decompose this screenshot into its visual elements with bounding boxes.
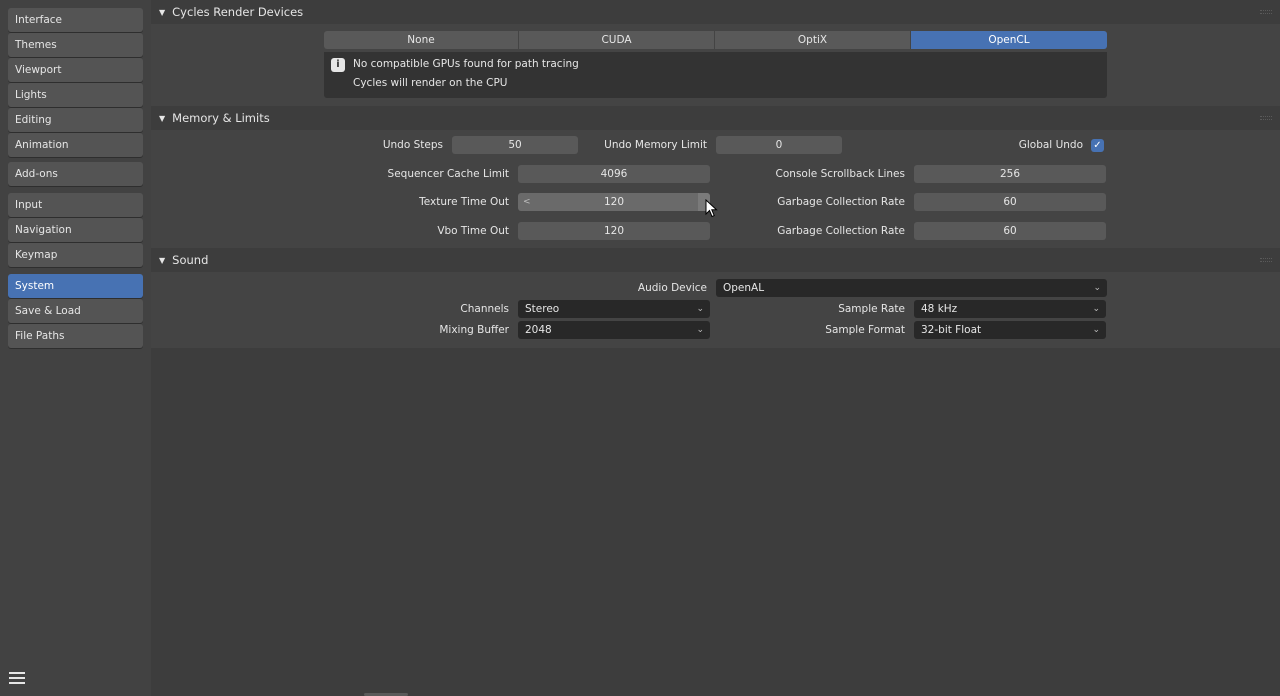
- sidebar-item-interface[interactable]: Interface: [8, 8, 143, 32]
- sidebar-item-keymap[interactable]: Keymap: [8, 243, 143, 267]
- device-option-cuda[interactable]: CUDA: [519, 31, 714, 49]
- sample-rate-label: Sample Rate: [838, 303, 905, 315]
- sidebar-item-file-paths[interactable]: File Paths: [8, 324, 143, 348]
- channels-label: Channels: [460, 303, 509, 315]
- panel-header-sound[interactable]: ▼ Sound: [151, 248, 1280, 272]
- panel-header-cycles[interactable]: ▼ Cycles Render Devices: [151, 0, 1280, 24]
- device-option-opencl[interactable]: OpenCL: [911, 31, 1107, 49]
- panel-title-memory: Memory & Limits: [172, 111, 270, 125]
- drag-handle-icon[interactable]: [1260, 116, 1272, 120]
- panel-title-cycles: Cycles Render Devices: [172, 5, 304, 19]
- preferences-sidebar: Interface Themes Viewport Lights Editing…: [0, 0, 151, 696]
- sidebar-item-save-load[interactable]: Save & Load: [8, 299, 143, 323]
- sidebar-item-editing[interactable]: Editing: [8, 108, 143, 132]
- sample-format-dropdown[interactable]: 32-bit Float ⌄: [914, 321, 1106, 339]
- panel-body-memory: Undo Steps 50 Undo Memory Limit 0 Global…: [151, 130, 1280, 248]
- gc-rate-field-2[interactable]: 60: [914, 222, 1106, 240]
- vbo-time-out-label: Vbo Time Out: [437, 225, 509, 237]
- sample-rate-dropdown[interactable]: 48 kHz ⌄: [914, 300, 1106, 318]
- info-message-cpu: Cycles will render on the CPU: [353, 77, 508, 89]
- decrement-arrow-icon[interactable]: <: [523, 193, 531, 211]
- checkmark-icon: ✓: [1093, 140, 1102, 151]
- nav-group-3: Input Navigation Keymap: [8, 193, 143, 268]
- audio-device-label: Audio Device: [637, 282, 707, 294]
- mixing-buffer-label: Mixing Buffer: [439, 324, 509, 336]
- mouse-cursor-icon: [705, 199, 718, 218]
- undo-steps-field[interactable]: 50: [452, 136, 578, 154]
- undo-steps-label: Undo Steps: [382, 139, 443, 151]
- console-scrollback-lines-label: Console Scrollback Lines: [775, 168, 905, 180]
- device-option-optix[interactable]: OptiX: [715, 31, 910, 49]
- sample-rate-value: 48 kHz: [921, 303, 958, 315]
- channels-dropdown[interactable]: Stereo ⌄: [518, 300, 710, 318]
- sidebar-item-themes[interactable]: Themes: [8, 33, 143, 57]
- undo-memory-limit-label: Undo Memory Limit: [604, 139, 707, 151]
- sequencer-cache-limit-label: Sequencer Cache Limit: [387, 168, 509, 180]
- sidebar-item-input[interactable]: Input: [8, 193, 143, 217]
- triangle-down-icon: ▼: [159, 114, 166, 123]
- cycles-info-box: i No compatible GPUs found for path trac…: [324, 52, 1107, 98]
- panel-body-sound: Audio Device OpenAL ⌄ Channels Stereo ⌄ …: [151, 272, 1280, 348]
- gc-rate-field-1[interactable]: 60: [914, 193, 1106, 211]
- chevron-down-icon: ⌄: [696, 304, 704, 314]
- nav-group-1: Interface Themes Viewport Lights Editing…: [8, 8, 143, 158]
- mixing-buffer-dropdown[interactable]: 2048 ⌄: [518, 321, 710, 339]
- texture-time-out-label: Texture Time Out: [419, 196, 509, 208]
- triangle-down-icon: ▼: [159, 256, 166, 265]
- sidebar-item-addons[interactable]: Add-ons: [8, 162, 143, 186]
- global-undo-label: Global Undo: [1018, 139, 1083, 151]
- console-scrollback-lines-field[interactable]: 256: [914, 165, 1106, 183]
- triangle-down-icon: ▼: [159, 8, 166, 17]
- mixing-buffer-value: 2048: [525, 324, 552, 336]
- sample-format-value: 32-bit Float: [921, 324, 982, 336]
- sidebar-item-navigation[interactable]: Navigation: [8, 218, 143, 242]
- nav-group-2: Add-ons: [8, 162, 143, 187]
- info-message-gpu: No compatible GPUs found for path tracin…: [353, 58, 579, 70]
- device-option-none[interactable]: None: [324, 31, 518, 49]
- texture-time-out-value: 120: [603, 196, 625, 208]
- audio-device-value: OpenAL: [723, 282, 765, 294]
- vbo-time-out-field[interactable]: 120: [518, 222, 710, 240]
- chevron-down-icon: ⌄: [1093, 283, 1101, 293]
- texture-time-out-field[interactable]: < 120: [518, 193, 710, 211]
- sidebar-item-lights[interactable]: Lights: [8, 83, 143, 107]
- chevron-down-icon: ⌄: [696, 325, 704, 335]
- gc-rate-label-1: Garbage Collection Rate: [777, 196, 905, 208]
- chevron-down-icon: ⌄: [1092, 304, 1100, 314]
- chevron-down-icon: ⌄: [1092, 325, 1100, 335]
- sidebar-item-system[interactable]: System: [8, 274, 143, 298]
- info-icon: i: [331, 58, 345, 72]
- panel-title-sound: Sound: [172, 253, 209, 267]
- global-undo-checkbox[interactable]: ✓: [1091, 139, 1104, 152]
- sequencer-cache-limit-field[interactable]: 4096: [518, 165, 710, 183]
- hamburger-icon[interactable]: [9, 672, 25, 686]
- gc-rate-label-2: Garbage Collection Rate: [777, 225, 905, 237]
- drag-handle-icon[interactable]: [1260, 258, 1272, 262]
- audio-device-dropdown[interactable]: OpenAL ⌄: [716, 279, 1107, 297]
- panel-header-memory[interactable]: ▼ Memory & Limits: [151, 106, 1280, 130]
- undo-memory-limit-field[interactable]: 0: [716, 136, 842, 154]
- sample-format-label: Sample Format: [825, 324, 905, 336]
- panel-body-cycles: None CUDA OptiX OpenCL i No compatible G…: [151, 24, 1280, 106]
- sidebar-item-animation[interactable]: Animation: [8, 133, 143, 157]
- nav-group-4: System Save & Load File Paths: [8, 274, 143, 349]
- drag-handle-icon[interactable]: [1260, 10, 1272, 14]
- preferences-main: ▼ Cycles Render Devices None CUDA OptiX O…: [151, 0, 1280, 696]
- sidebar-item-viewport[interactable]: Viewport: [8, 58, 143, 82]
- channels-value: Stereo: [525, 303, 560, 315]
